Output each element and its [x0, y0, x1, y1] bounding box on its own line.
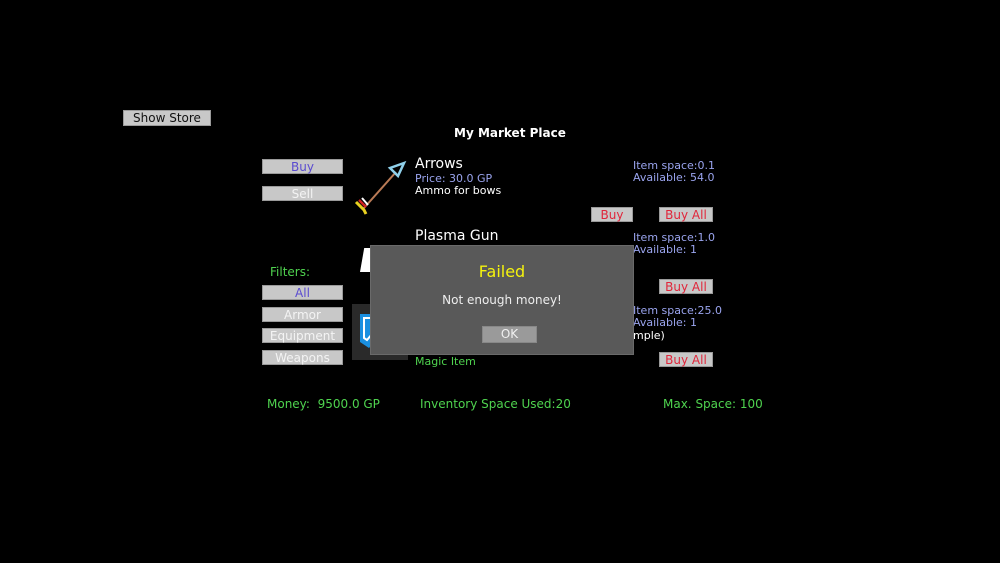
filters-label: Filters: — [270, 265, 311, 279]
buy-all-button[interactable]: Buy All — [659, 279, 713, 294]
failed-dialog: Failed Not enough money! OK — [370, 245, 634, 355]
item-description: Ammo for bows — [415, 184, 502, 197]
item-available: Available: 54.0 — [633, 171, 715, 184]
max-space: Max. Space: 100 — [663, 397, 763, 411]
item-name: Plasma Gun — [415, 228, 499, 244]
item-name: Arrows — [415, 156, 463, 172]
filter-equipment-button[interactable]: Equipment — [262, 328, 343, 343]
show-store-button[interactable]: Show Store — [123, 110, 211, 126]
sell-mode-button[interactable]: Sell — [262, 186, 343, 201]
dialog-message: Not enough money! — [442, 293, 562, 307]
item-available: Available: 1 — [633, 316, 697, 329]
item-description: mple) — [633, 329, 665, 342]
filter-all-button[interactable]: All — [262, 285, 343, 300]
arrow-icon — [352, 158, 408, 216]
buy-mode-button[interactable]: Buy — [262, 159, 343, 174]
market-title: My Market Place — [454, 126, 566, 140]
filter-weapons-button[interactable]: Weapons — [262, 350, 343, 365]
money-display: Money: 9500.0 GP — [267, 397, 380, 411]
ok-button[interactable]: OK — [482, 326, 537, 343]
buy-all-button[interactable]: Buy All — [659, 352, 713, 367]
dialog-title: Failed — [478, 262, 526, 281]
filter-armor-button[interactable]: Armor — [262, 307, 343, 322]
item-available: Available: 1 — [633, 243, 697, 256]
buy-all-button[interactable]: Buy All — [659, 207, 713, 222]
inventory-used: Inventory Space Used:20 — [420, 397, 571, 411]
item-category: Magic Item — [415, 355, 476, 368]
buy-button[interactable]: Buy — [591, 207, 633, 222]
